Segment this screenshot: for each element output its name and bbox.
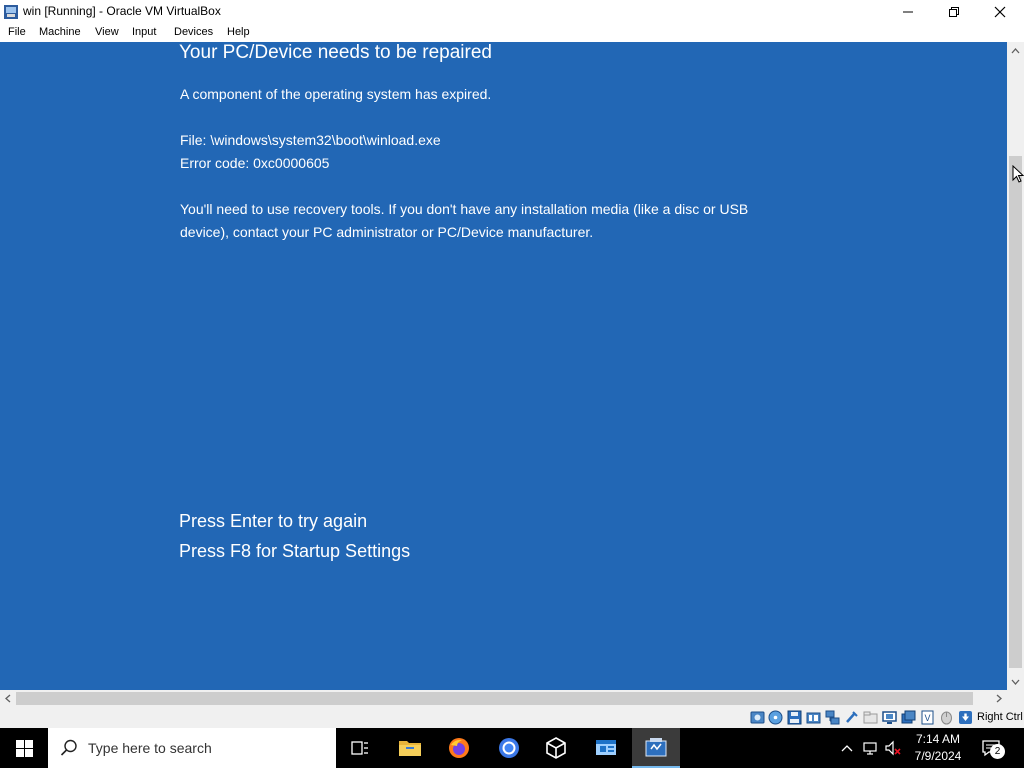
outlook-app-icon: [596, 740, 616, 755]
video-capture-icon[interactable]: [901, 710, 916, 725]
chrome-button[interactable]: [485, 728, 533, 768]
usb-icon[interactable]: [844, 710, 859, 725]
firefox-icon: [449, 738, 469, 758]
task-view-button[interactable]: [336, 728, 384, 768]
restore-icon: [949, 7, 959, 17]
scroll-right-arrow-icon[interactable]: [990, 690, 1007, 707]
scroll-down-arrow-icon[interactable]: [1007, 673, 1024, 690]
search-placeholder: Type here to search: [88, 740, 212, 756]
menu-view[interactable]: View: [95, 26, 119, 38]
taskbar-clock[interactable]: 7:14 AM 7/9/2024: [906, 731, 970, 765]
virtualbox-3d-icon: [546, 737, 566, 759]
firefox-button[interactable]: [435, 728, 483, 768]
windows-logo-icon: [15, 739, 33, 757]
scroll-left-arrow-icon[interactable]: [0, 690, 16, 707]
optical-drive-icon[interactable]: [768, 710, 783, 725]
vertical-scrollbar[interactable]: [1007, 42, 1024, 690]
scroll-up-arrow-icon[interactable]: [1007, 42, 1024, 59]
action-center-button[interactable]: 2: [978, 736, 1006, 762]
minimize-icon: [903, 11, 913, 13]
vertical-scroll-thumb[interactable]: [1009, 156, 1022, 668]
bsod-recovery-text-2: device), contact your PC administrator o…: [180, 224, 594, 240]
vm-display[interactable]: Your PC/Device needs to be repaired A co…: [0, 42, 1007, 690]
svg-text:V: V: [924, 713, 930, 723]
clock-date: 7/9/2024: [914, 749, 962, 763]
outlook-button[interactable]: [582, 728, 630, 768]
minimize-button[interactable]: [885, 0, 931, 24]
clock-time: 7:14 AM: [915, 732, 961, 746]
cpu-icon[interactable]: V: [920, 710, 935, 725]
audio-icon[interactable]: [806, 710, 821, 725]
menu-input[interactable]: Input: [132, 26, 156, 38]
host-key-icon[interactable]: [958, 710, 973, 725]
hard-disk-icon[interactable]: [750, 710, 765, 725]
mouse-cursor-icon: [1012, 164, 1024, 184]
shared-folders-icon[interactable]: [863, 710, 878, 725]
file-explorer-button[interactable]: [386, 728, 434, 768]
bsod-message: A component of the operating system has …: [180, 86, 492, 102]
horizontal-scrollbar[interactable]: [0, 690, 1007, 707]
display-icon[interactable]: [882, 710, 897, 725]
network-icon[interactable]: [825, 710, 840, 725]
volume-muted-icon[interactable]: [884, 740, 901, 756]
bsod-action-enter: Press Enter to try again: [179, 511, 368, 531]
close-button[interactable]: [977, 0, 1023, 24]
window-title: win [Running] - Oracle VM VirtualBox: [23, 4, 221, 18]
bsod-action-f8: Press F8 for Startup Settings: [179, 541, 411, 561]
file-explorer-icon: [399, 741, 421, 756]
virtualbox-app-icon: [3, 4, 19, 20]
virtualbox-vm-icon: [645, 738, 667, 757]
task-view-icon: [351, 741, 368, 755]
menu-devices[interactable]: Devices: [174, 26, 213, 38]
search-icon: [60, 739, 78, 757]
host-key-label: Right Ctrl: [977, 711, 1023, 723]
menu-file[interactable]: File: [8, 26, 26, 38]
windows-taskbar: Type here to search 7:14 AM 7/9/2024 2: [0, 728, 1024, 768]
taskbar-search-box[interactable]: Type here to search: [48, 728, 336, 768]
window-title-bar: win [Running] - Oracle VM VirtualBox: [0, 0, 1024, 24]
bsod-error-code: Error code: 0xc0000605: [180, 155, 330, 171]
scrollbar-corner: [1007, 690, 1024, 707]
mouse-integration-icon[interactable]: [939, 710, 954, 725]
vbox-status-bar: V Right Ctrl: [0, 707, 1024, 728]
menu-machine[interactable]: Machine: [39, 26, 81, 38]
start-button[interactable]: [0, 728, 48, 768]
menu-bar: File Machine View Input Devices Help: [0, 24, 1024, 42]
network-status-icon[interactable]: [862, 740, 878, 756]
virtualbox-manager-button[interactable]: [532, 728, 580, 768]
notification-count-badge: 2: [990, 744, 1005, 759]
restore-button[interactable]: [931, 0, 977, 24]
bsod-title: Your PC/Device needs to be repaired: [179, 42, 492, 63]
virtualbox-vm-button[interactable]: [632, 728, 680, 768]
menu-help[interactable]: Help: [227, 26, 250, 38]
horizontal-scroll-thumb[interactable]: [16, 692, 973, 705]
close-icon: [994, 6, 1006, 18]
chrome-icon: [499, 738, 519, 758]
floppy-icon[interactable]: [787, 710, 802, 725]
bsod-file-path: File: \windows\system32\boot\winload.exe: [180, 132, 441, 148]
bsod-recovery-text-1: You'll need to use recovery tools. If yo…: [180, 201, 749, 217]
show-hidden-icons-chevron-icon[interactable]: [839, 740, 855, 756]
